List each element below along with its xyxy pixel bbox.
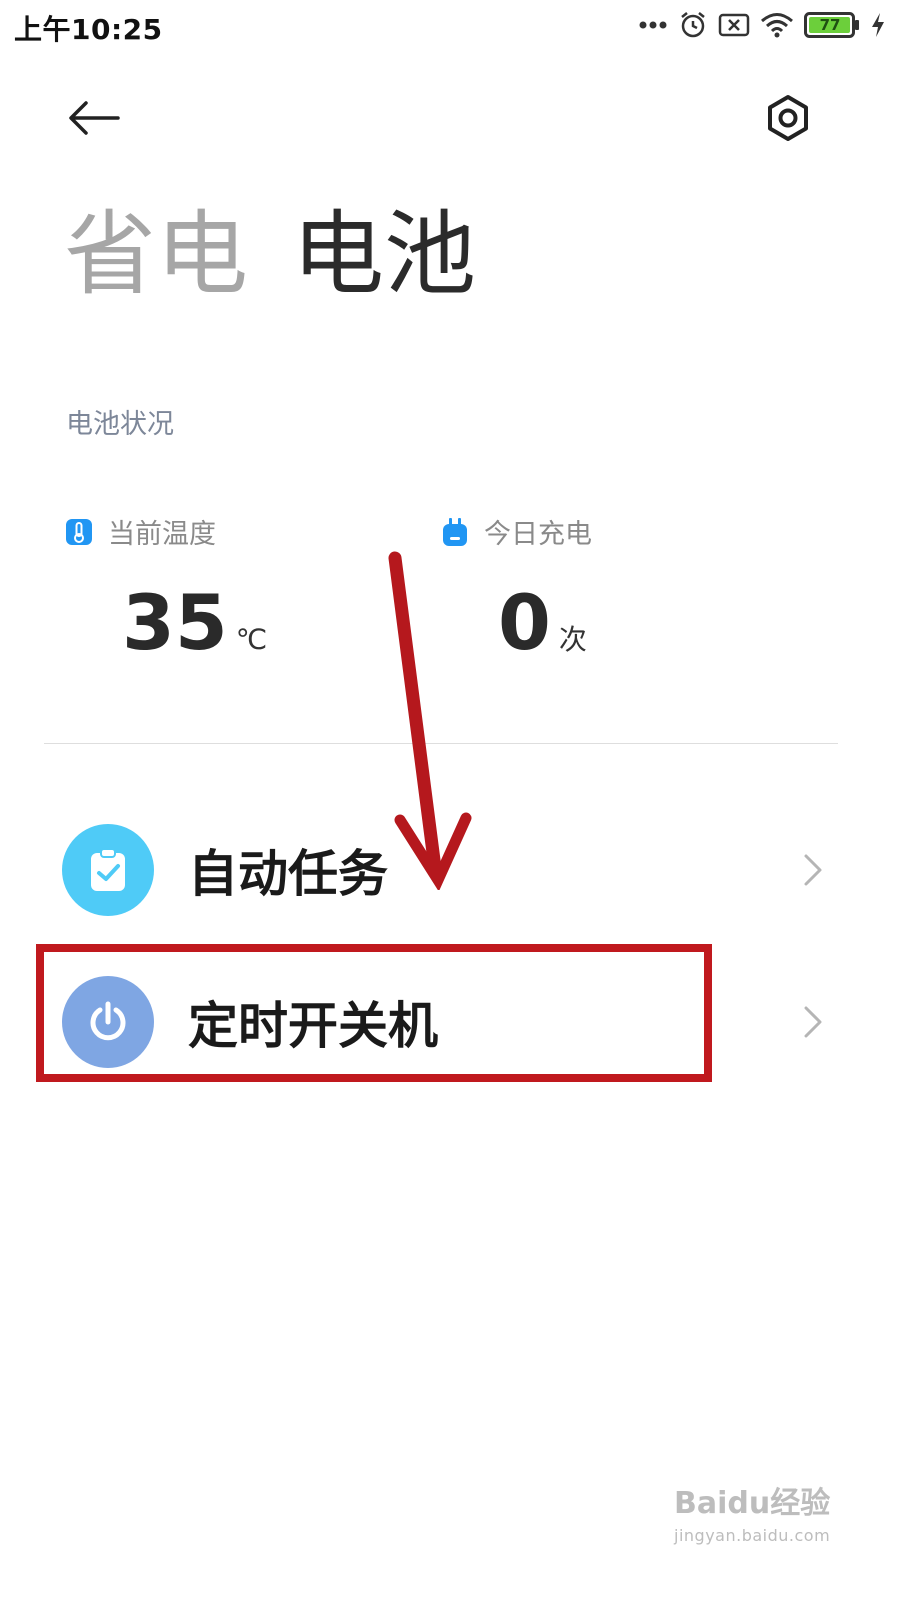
status-icons: 77 [638, 10, 886, 40]
wifi-icon [760, 12, 794, 38]
watermark-main: Baidu经验 [674, 1486, 831, 1521]
status-time: 上午10:25 [14, 13, 163, 46]
charge-unit: 次 [558, 623, 587, 656]
more-dots-icon [638, 20, 668, 30]
highlight-box [36, 944, 712, 1082]
settings-button[interactable] [756, 90, 820, 150]
temperature-label: 当前温度 [108, 519, 216, 550]
charge-stat: 今日充电 [440, 512, 592, 551]
temperature-unit: ℃ [235, 623, 268, 656]
charging-icon [870, 12, 886, 38]
settings-hex-icon [766, 94, 810, 146]
baidu-watermark: Baidu经验 jingyan.baidu.com [674, 1478, 844, 1545]
back-arrow-icon [68, 100, 120, 140]
charge-value-row: 0 次 [498, 578, 587, 667]
pointer-arrow-icon [388, 551, 472, 890]
chevron-right-icon [798, 1002, 828, 1042]
sim-off-icon [718, 12, 750, 38]
clipboard-check-icon [62, 824, 154, 916]
battery-level-text: 77 [819, 16, 841, 34]
thermometer-icon [64, 517, 94, 547]
battery-icon: 77 [804, 12, 860, 38]
charge-label: 今日充电 [484, 519, 592, 550]
charging-plug-icon [440, 517, 470, 547]
tab-power-saving[interactable]: 省电 [64, 200, 248, 310]
battery-status-title: 电池状况 [66, 409, 174, 440]
charge-label-row: 今日充电 [440, 512, 592, 551]
temperature-label-row: 当前温度 [64, 512, 216, 551]
menu-item-label: 自动任务 [188, 845, 388, 903]
chevron-right-icon [798, 850, 828, 890]
watermark-sub: jingyan.baidu.com [674, 1526, 831, 1545]
header-tabs: 省电 电池 [64, 200, 476, 310]
temperature-value: 35 [122, 578, 228, 667]
alarm-icon [678, 10, 708, 40]
temperature-value-row: 35 ℃ [122, 578, 267, 667]
back-button[interactable] [60, 92, 128, 148]
charge-value: 0 [498, 578, 551, 667]
temperature-stat: 当前温度 [64, 512, 216, 551]
tab-battery[interactable]: 电池 [292, 200, 476, 310]
